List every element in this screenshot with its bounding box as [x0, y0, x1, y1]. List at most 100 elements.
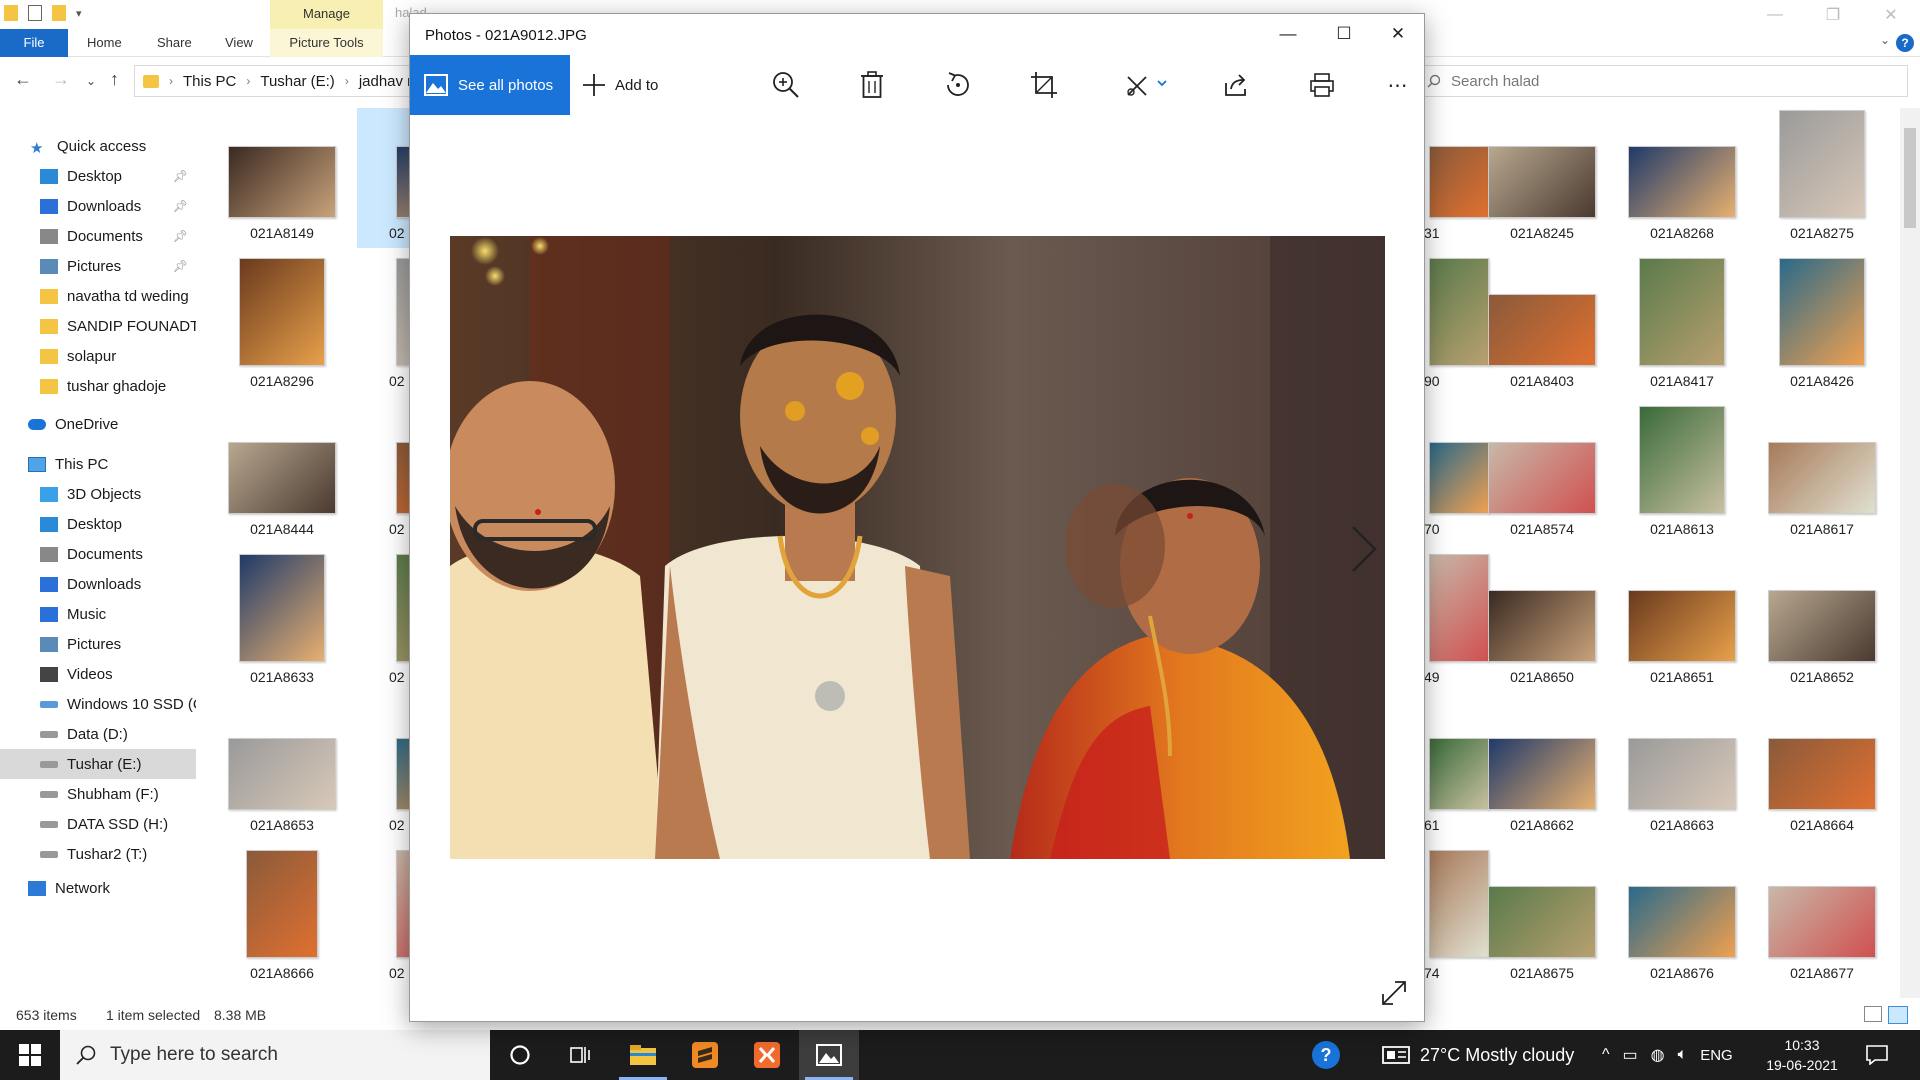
show-hidden-icons-icon[interactable]: ^ [1602, 1046, 1610, 1064]
sidebar-item-pc[interactable]: Music [0, 599, 196, 629]
file-thumbnail[interactable]: 021A8664 [1753, 700, 1891, 840]
photos-taskbar-icon[interactable] [799, 1030, 859, 1080]
file-thumbnail[interactable]: 021A8652 [1753, 552, 1891, 692]
zoom-in-icon[interactable] [768, 67, 804, 103]
sidebar-item-quick[interactable]: SANDIP FOUNADTI( [0, 311, 196, 341]
file-explorer-taskbar-icon[interactable] [613, 1030, 673, 1080]
sidebar-item-quick[interactable]: Downloads 📌︎ [0, 191, 196, 221]
delete-icon[interactable] [854, 67, 890, 103]
rotate-icon[interactable] [940, 67, 976, 103]
battery-icon[interactable]: ▭ [1623, 1045, 1638, 1065]
tab-picture-tools[interactable]: Picture Tools [270, 29, 383, 57]
pin-icon[interactable]: 📌︎ [173, 199, 188, 213]
file-thumbnail[interactable]: 021A8675 [1473, 848, 1611, 988]
task-view-icon[interactable] [550, 1030, 610, 1080]
photos-minimize-icon[interactable]: — [1260, 14, 1316, 54]
restore-icon[interactable]: ❐ [1804, 0, 1862, 29]
breadcrumb-this-pc[interactable]: This PC [183, 73, 236, 90]
up-icon[interactable]: ↑ [110, 69, 119, 90]
start-button[interactable] [0, 1030, 60, 1080]
input-language[interactable]: ENG [1700, 1047, 1733, 1064]
file-thumbnail[interactable]: 021A8275 [1753, 108, 1891, 248]
nav-onedrive[interactable]: OneDrive [0, 409, 196, 439]
clock[interactable]: 10:33 19-06-2021 [1757, 1035, 1847, 1075]
sidebar-item-pc[interactable]: Documents [0, 539, 196, 569]
sidebar-item-quick[interactable]: Pictures 📌︎ [0, 251, 196, 281]
help-icon[interactable]: ? [1896, 34, 1914, 52]
sidebar-item-quick[interactable]: Documents 📌︎ [0, 221, 196, 251]
scroll-thumb[interactable] [1904, 128, 1916, 228]
details-view-icon[interactable] [1864, 1006, 1882, 1022]
see-all-photos-button[interactable]: See all photos [410, 55, 570, 115]
sidebar-item-quick[interactable]: navatha td weding [0, 281, 196, 311]
file-thumbnail[interactable]: 021A8666 [213, 848, 351, 988]
print-icon[interactable] [1304, 67, 1340, 103]
file-thumbnail[interactable]: 021A8444 [213, 404, 351, 544]
nav-network[interactable]: Network [0, 873, 196, 903]
file-thumbnail[interactable]: 021A8296 [213, 256, 351, 396]
nav-this-pc[interactable]: This PC [0, 449, 196, 479]
sidebar-item-pc[interactable]: DATA SSD (H:) [0, 809, 196, 839]
nav-quick-access[interactable]: ★ Quick access [0, 131, 196, 161]
pin-icon[interactable]: 📌︎ [173, 169, 188, 183]
sidebar-item-pc[interactable]: Tushar (E:) [0, 749, 196, 779]
next-photo-icon[interactable] [1349, 524, 1379, 574]
sidebar-item-pc[interactable]: Videos [0, 659, 196, 689]
sidebar-item-pc[interactable]: Windows 10 SSD (C [0, 689, 196, 719]
tab-share[interactable]: Share [157, 29, 192, 57]
file-thumbnail[interactable]: 021A8676 [1613, 848, 1751, 988]
properties-icon[interactable] [28, 5, 42, 21]
crop-icon[interactable] [1026, 67, 1062, 103]
photo-view[interactable] [450, 236, 1385, 859]
recent-locations-icon[interactable]: ⌄ [86, 74, 96, 88]
forward-icon[interactable]: → [52, 69, 70, 90]
file-thumbnail[interactable]: 021A8268 [1613, 108, 1751, 248]
sidebar-item-pc[interactable]: Pictures [0, 629, 196, 659]
pin-icon[interactable]: 📌︎ [173, 259, 188, 273]
fullscreen-icon[interactable] [1380, 979, 1408, 1007]
vertical-scrollbar[interactable] [1900, 108, 1920, 998]
customize-qat-icon[interactable]: ▾ [76, 7, 82, 20]
file-thumbnail[interactable]: 021A8663 [1613, 700, 1751, 840]
pin-icon[interactable]: 📌︎ [173, 229, 188, 243]
sidebar-item-pc[interactable]: 3D Objects [0, 479, 196, 509]
weather-widget[interactable]: 27°C Mostly cloudy [1382, 1030, 1574, 1080]
volume-icon[interactable]: 🔈︎ [1678, 1046, 1688, 1064]
tab-view[interactable]: View [225, 29, 253, 57]
breadcrumb-drive[interactable]: Tushar (E:) [260, 73, 334, 90]
taskbar-search-input[interactable]: Type here to search [60, 1030, 490, 1080]
file-thumbnail[interactable]: 021A8149 [213, 108, 351, 248]
close-icon[interactable]: ✕ [1862, 0, 1920, 29]
notifications-icon[interactable] [1866, 1030, 1888, 1080]
xampp-icon[interactable] [737, 1030, 797, 1080]
sublime-text-icon[interactable] [675, 1030, 735, 1080]
cortana-icon[interactable] [490, 1030, 550, 1080]
large-icons-view-icon[interactable] [1888, 1006, 1908, 1024]
share-icon[interactable] [1218, 67, 1254, 103]
add-to-button[interactable]: Add to [582, 55, 658, 115]
file-thumbnail[interactable]: 021A8677 [1753, 848, 1891, 988]
file-thumbnail[interactable]: 021A8426 [1753, 256, 1891, 396]
file-thumbnail[interactable]: 021A8662 [1473, 700, 1611, 840]
more-options-icon[interactable]: ⋯ [1380, 67, 1416, 103]
edit-create-icon[interactable] [1122, 67, 1172, 103]
expand-ribbon-icon[interactable]: ⌄ [1880, 33, 1890, 47]
file-thumbnail[interactable]: 021A8245 [1473, 108, 1611, 248]
sidebar-item-quick[interactable]: solapur [0, 341, 196, 371]
sidebar-item-pc[interactable]: Data (D:) [0, 719, 196, 749]
minimize-icon[interactable]: — [1746, 0, 1804, 29]
sidebar-item-pc[interactable]: Shubham (F:) [0, 779, 196, 809]
sidebar-item-pc[interactable]: Desktop [0, 509, 196, 539]
sidebar-item-pc[interactable]: Tushar2 (T:) [0, 839, 196, 869]
photos-maximize-icon[interactable]: ☐ [1316, 14, 1372, 54]
help-tray-icon[interactable]: ? [1312, 1030, 1340, 1080]
file-thumbnail[interactable]: 021A8653 [213, 700, 351, 840]
tab-manage[interactable]: Manage [270, 0, 383, 29]
photos-close-icon[interactable]: ✕ [1370, 14, 1426, 54]
file-thumbnail[interactable]: 021A8403 [1473, 256, 1611, 396]
sidebar-item-quick[interactable]: tushar ghadoje [0, 371, 196, 401]
file-thumbnail[interactable]: 021A8650 [1473, 552, 1611, 692]
file-thumbnail[interactable]: 021A8633 [213, 552, 351, 692]
file-thumbnail[interactable]: 021A8417 [1613, 256, 1751, 396]
back-icon[interactable]: ← [14, 69, 32, 90]
